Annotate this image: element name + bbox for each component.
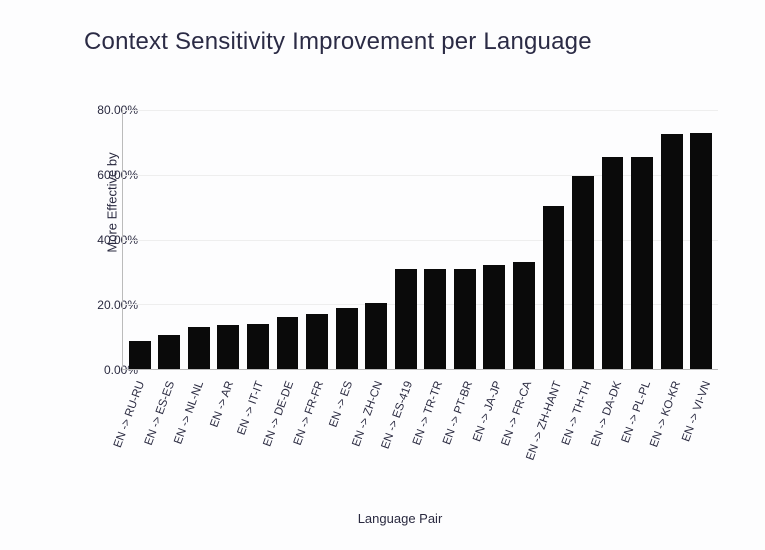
bar-slot xyxy=(214,110,244,369)
y-axis-label: More Effective by xyxy=(105,103,120,303)
x-axis-label: Language Pair xyxy=(60,511,740,526)
bar xyxy=(188,327,210,369)
bar xyxy=(454,269,476,369)
bar xyxy=(129,341,151,369)
x-ticks-container: EN -> RU-RUEN -> ES-ESEN -> NL-NLEN -> A… xyxy=(122,374,718,484)
x-tick-label: EN -> AR xyxy=(209,380,237,429)
bars-container xyxy=(123,110,718,369)
bar xyxy=(543,206,565,369)
bar-slot xyxy=(184,110,214,369)
plot-area xyxy=(122,110,718,370)
bar xyxy=(158,335,180,369)
bar xyxy=(690,133,712,369)
chart-title: Context Sensitivity Improvement per Lang… xyxy=(84,28,592,56)
x-tick-label: EN -> ES xyxy=(328,380,356,429)
bar-slot xyxy=(361,110,391,369)
bar-slot xyxy=(420,110,450,369)
bar-slot xyxy=(598,110,628,369)
bar xyxy=(572,176,594,369)
bar-slot xyxy=(657,110,687,369)
x-tick-label: EN -> RU-RU xyxy=(112,380,147,450)
bar xyxy=(661,134,683,369)
bar xyxy=(365,303,387,369)
bar-slot xyxy=(686,110,716,369)
bar xyxy=(336,308,358,370)
bar xyxy=(602,157,624,369)
bar-slot xyxy=(480,110,510,369)
bar-slot xyxy=(627,110,657,369)
bar-slot xyxy=(273,110,303,369)
bar xyxy=(483,265,505,369)
bar xyxy=(306,314,328,369)
bar-slot xyxy=(509,110,539,369)
bar xyxy=(424,269,446,369)
bar xyxy=(513,262,535,369)
bar-slot xyxy=(125,110,155,369)
bar xyxy=(247,324,269,369)
bar xyxy=(217,325,239,369)
chart-container: More Effective by 0.00% 20.00% 40.00% 60… xyxy=(60,110,740,530)
bar-slot xyxy=(302,110,332,369)
bar xyxy=(631,157,653,369)
bar-slot xyxy=(391,110,421,369)
bar-slot xyxy=(155,110,185,369)
bar xyxy=(277,317,299,369)
bar xyxy=(395,269,417,369)
bar-slot xyxy=(332,110,362,369)
bar-slot xyxy=(243,110,273,369)
bar-slot xyxy=(450,110,480,369)
bar-slot xyxy=(539,110,569,369)
bar-slot xyxy=(568,110,598,369)
